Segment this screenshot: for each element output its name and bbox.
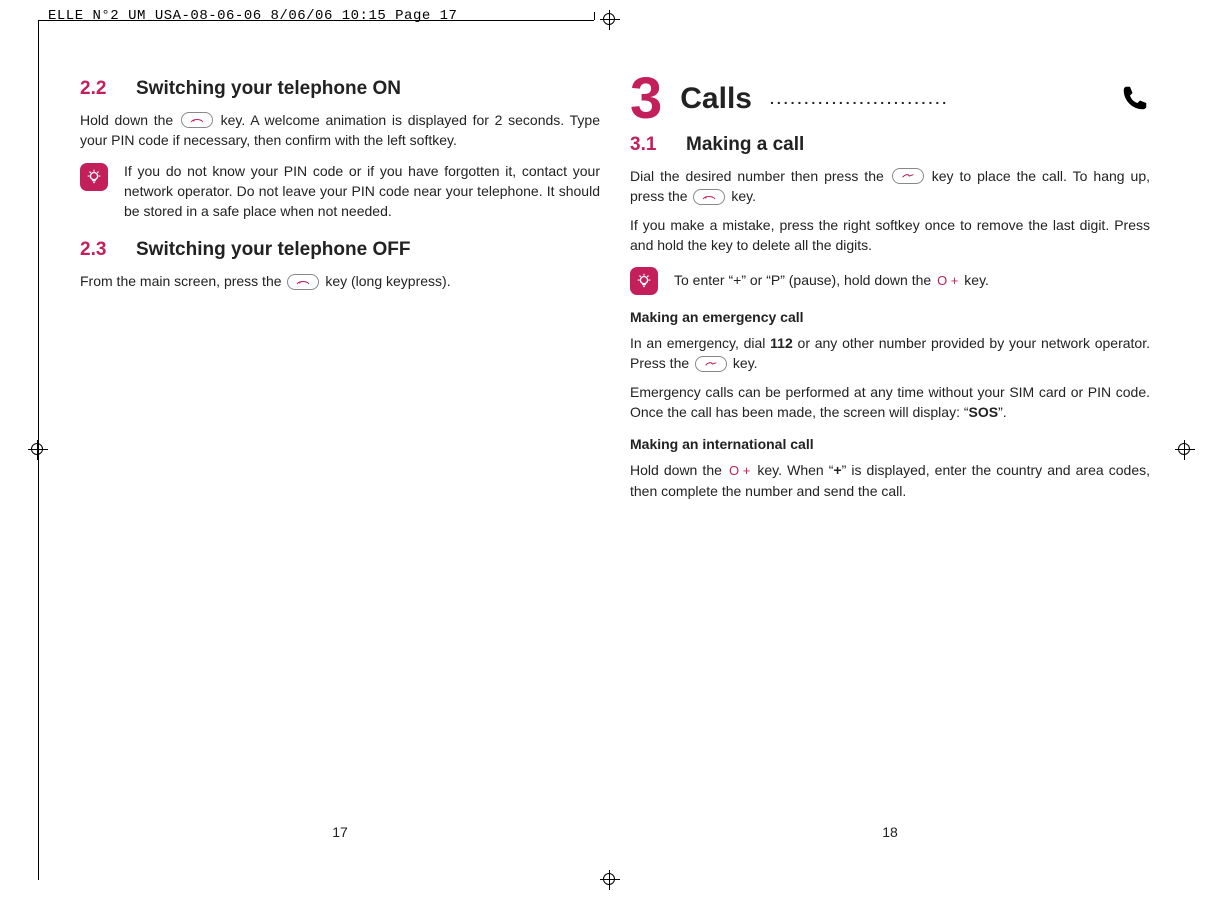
- registration-mark-icon: [28, 440, 48, 460]
- section-heading-2-2: 2.2 Switching your telephone ON: [80, 78, 600, 100]
- section-title: Switching your telephone OFF: [136, 239, 410, 261]
- text-run: key. When “: [757, 462, 833, 478]
- zero-plus-key: O +: [729, 462, 750, 481]
- subheading-emergency: Making an emergency call: [630, 309, 1150, 325]
- tip-text: To enter “+” or “P” (pause), hold down t…: [674, 270, 1150, 291]
- body-text: If you make a mistake, press the right s…: [630, 215, 1150, 256]
- body-text: Hold down the O + key. When “+” is displ…: [630, 460, 1150, 501]
- body-text: From the main screen, press the key (lon…: [80, 271, 600, 291]
- emergency-number: 112: [770, 335, 793, 351]
- sos-label: SOS: [969, 404, 999, 420]
- page-left: 2.2 Switching your telephone ON Hold dow…: [80, 60, 600, 840]
- phone-icon: [1120, 83, 1150, 116]
- text-run: key.: [731, 188, 756, 204]
- text-run: ”.: [998, 404, 1007, 420]
- chapter-number: 3: [630, 70, 662, 128]
- tip-box: If you do not know your PIN code or if y…: [80, 161, 600, 222]
- print-slug: ELLE_N°2_UM_USA-08-06-06 8/06/06 10:15 P…: [48, 8, 457, 24]
- text-run: In an emergency, dial: [630, 335, 770, 351]
- registration-mark-icon: [600, 10, 620, 30]
- registration-mark-icon: [600, 870, 620, 890]
- end-key-icon: [287, 274, 319, 290]
- text-run: Hold down the: [80, 112, 179, 128]
- crop-mark: [594, 12, 595, 20]
- text-run: key (long keypress).: [325, 273, 450, 289]
- text-run: key.: [733, 355, 758, 371]
- text-run: From the main screen, press the: [80, 273, 285, 289]
- end-key-icon: [693, 189, 725, 205]
- section-heading-3-1: 3.1 Making a call: [630, 134, 1150, 156]
- text-run: Dial the desired number then press the: [630, 168, 890, 184]
- tip-text: If you do not know your PIN code or if y…: [124, 161, 600, 222]
- tip-icon: [80, 163, 108, 191]
- plus-symbol: +: [833, 462, 841, 478]
- call-key-icon: [892, 168, 924, 184]
- page-right: 3 Calls .......................... 3.1 M…: [630, 60, 1150, 840]
- section-title: Switching your telephone ON: [136, 78, 401, 100]
- zero-plus-key: O +: [937, 272, 958, 291]
- body-text: Hold down the key. A welcome animation i…: [80, 110, 600, 151]
- text-run: To enter “+” or “P” (pause), hold down t…: [674, 272, 935, 288]
- body-text: Dial the desired number then press the k…: [630, 166, 1150, 207]
- tip-box: To enter “+” or “P” (pause), hold down t…: [630, 265, 1150, 295]
- section-number: 3.1: [630, 134, 668, 156]
- leader-dots: ..........................: [770, 91, 1102, 107]
- section-title: Making a call: [686, 134, 804, 156]
- crop-mark: [38, 20, 594, 21]
- call-key-icon: [695, 356, 727, 372]
- page-number: 17: [80, 824, 600, 840]
- end-key-icon: [181, 112, 213, 128]
- section-number: 2.3: [80, 239, 118, 261]
- subheading-international: Making an international call: [630, 436, 1150, 452]
- text-run: Hold down the: [630, 462, 727, 478]
- chapter-heading: 3 Calls ..........................: [630, 70, 1150, 128]
- body-text: In an emergency, dial 112 or any other n…: [630, 333, 1150, 374]
- body-text: Emergency calls can be performed at any …: [630, 382, 1150, 423]
- text-run: key.: [964, 272, 989, 288]
- section-number: 2.2: [80, 78, 118, 100]
- tip-icon: [630, 267, 658, 295]
- page-number: 18: [630, 824, 1150, 840]
- text-run: Emergency calls can be performed at any …: [630, 384, 1150, 420]
- chapter-title: Calls: [680, 82, 752, 116]
- section-heading-2-3: 2.3 Switching your telephone OFF: [80, 239, 600, 261]
